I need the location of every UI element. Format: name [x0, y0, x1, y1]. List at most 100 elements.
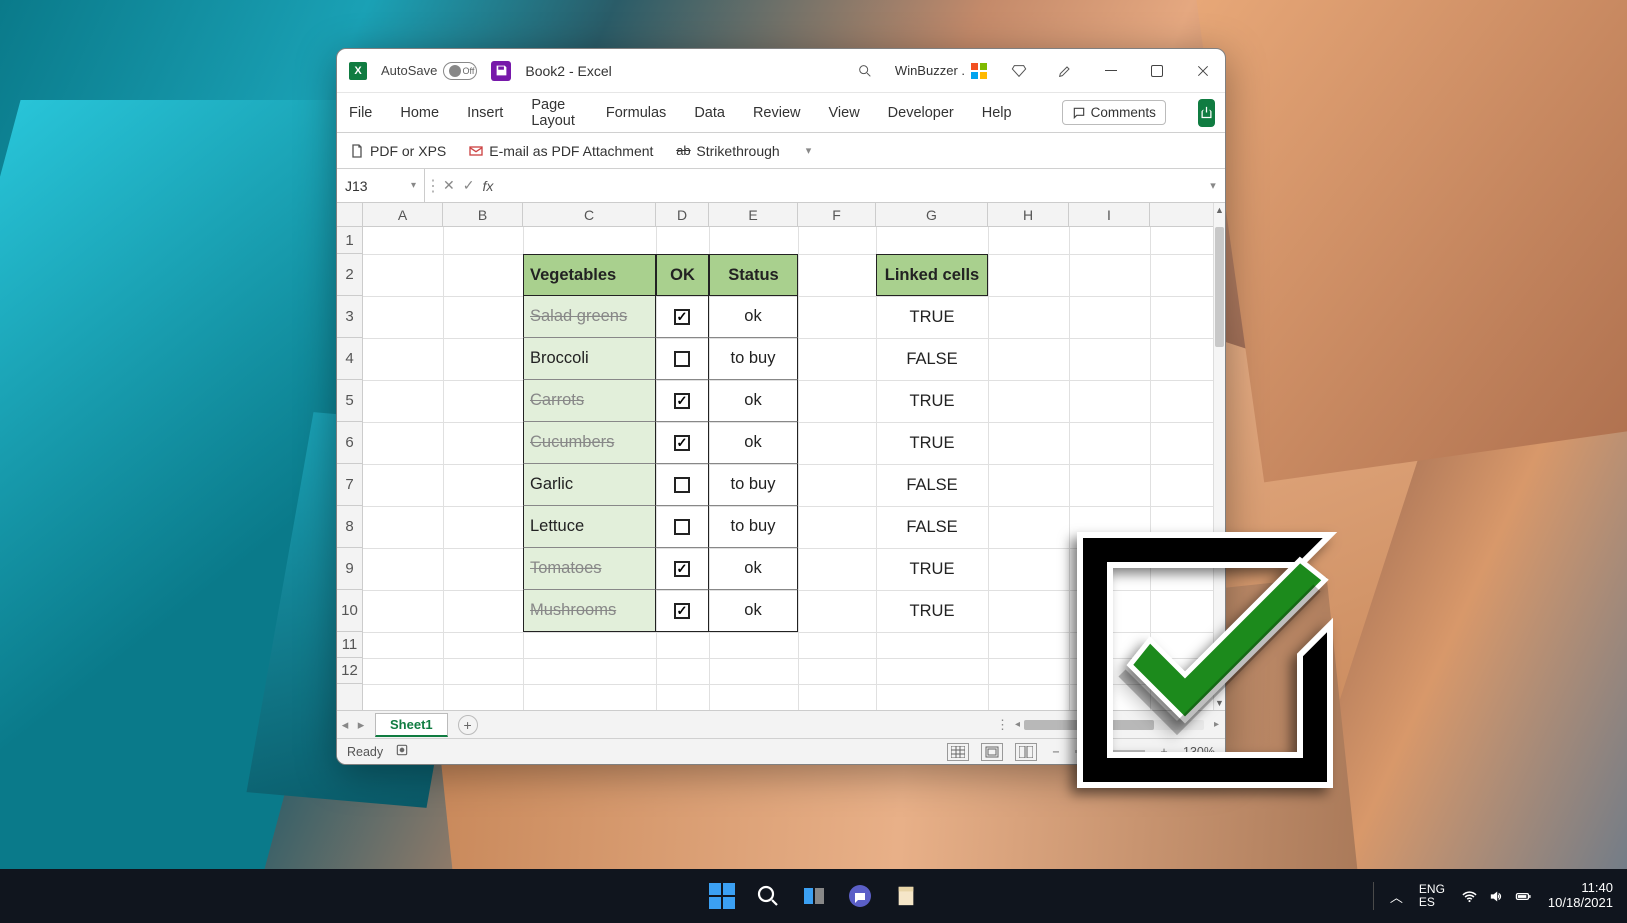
sheet-options-icon[interactable]: ⋮: [996, 717, 1009, 733]
column-header-A[interactable]: A: [363, 203, 443, 226]
cell-linked-5[interactable]: FALSE: [876, 506, 988, 548]
taskbar-search-icon[interactable]: [754, 882, 782, 910]
tab-review[interactable]: Review: [751, 99, 803, 127]
cell-status-4[interactable]: to buy: [709, 464, 798, 506]
view-normal-button[interactable]: [947, 743, 969, 761]
vertical-scrollbar[interactable]: ▲ ▼: [1213, 203, 1225, 710]
tab-file[interactable]: File: [347, 99, 374, 127]
tray-overflow-icon[interactable]: ︿: [1390, 887, 1403, 906]
view-page-layout-button[interactable]: [981, 743, 1003, 761]
cell-linked-1[interactable]: FALSE: [876, 338, 988, 380]
task-view-icon[interactable]: [800, 882, 828, 910]
cell-status-0[interactable]: ok: [709, 296, 798, 338]
scrollbar-thumb[interactable]: [1215, 227, 1224, 347]
formula-input[interactable]: [497, 169, 1201, 202]
horizontal-scrollbar[interactable]: [1024, 720, 1204, 730]
fx-label[interactable]: fx: [478, 178, 497, 194]
tab-help[interactable]: Help: [980, 99, 1014, 127]
column-header-B[interactable]: B: [443, 203, 523, 226]
cell-status-5[interactable]: to buy: [709, 506, 798, 548]
checkbox-3[interactable]: [674, 435, 690, 451]
row-header-11[interactable]: 11: [337, 632, 362, 658]
taskbar-explorer-icon[interactable]: [892, 882, 920, 910]
search-icon[interactable]: [849, 55, 881, 87]
cell-linked-2[interactable]: TRUE: [876, 380, 988, 422]
pdf-or-xps-button[interactable]: PDF or XPS: [349, 143, 446, 159]
cell-ok-0[interactable]: [656, 296, 709, 338]
tab-insert[interactable]: Insert: [465, 99, 505, 127]
cell-vegetable-6[interactable]: Tomatoes: [523, 548, 656, 590]
row-header-2[interactable]: 2: [337, 254, 362, 296]
tab-developer[interactable]: Developer: [886, 99, 956, 127]
cell-vegetable-3[interactable]: Cucumbers: [523, 422, 656, 464]
name-box[interactable]: J13 ▾: [337, 169, 425, 202]
zoom-out-button[interactable]: −: [1049, 745, 1063, 759]
scroll-down-icon[interactable]: ▼: [1214, 696, 1225, 710]
header-ok[interactable]: OK: [656, 254, 709, 296]
zoom-in-button[interactable]: +: [1157, 745, 1171, 759]
row-header-3[interactable]: 3: [337, 296, 362, 338]
row-header-6[interactable]: 6: [337, 422, 362, 464]
row-header-10[interactable]: 10: [337, 590, 362, 632]
row-header-9[interactable]: 9: [337, 548, 362, 590]
select-all-corner[interactable]: [337, 203, 363, 226]
cell-status-1[interactable]: to buy: [709, 338, 798, 380]
sheet-nav-prev[interactable]: ◂: [337, 717, 353, 733]
header-status[interactable]: Status: [709, 254, 798, 296]
cell-status-3[interactable]: ok: [709, 422, 798, 464]
row-header-12[interactable]: 12: [337, 658, 362, 684]
checkbox-6[interactable]: [674, 561, 690, 577]
taskbar-chat-icon[interactable]: [846, 882, 874, 910]
cell-ok-1[interactable]: [656, 338, 709, 380]
account-button[interactable]: WinBuzzer .: [895, 61, 989, 81]
row-header-7[interactable]: 7: [337, 464, 362, 506]
cell-ok-3[interactable]: [656, 422, 709, 464]
tab-formulas[interactable]: Formulas: [604, 99, 668, 127]
cell-status-7[interactable]: ok: [709, 590, 798, 632]
tab-home[interactable]: Home: [398, 99, 441, 127]
cell-vegetable-0[interactable]: Salad greens: [523, 296, 656, 338]
windows-taskbar[interactable]: ︿ ENG ES 11:40 10/18/2021: [0, 869, 1627, 923]
autosave-toggle[interactable]: AutoSave Off: [381, 62, 477, 80]
cell-vegetable-7[interactable]: Mushrooms: [523, 590, 656, 632]
checkbox-1[interactable]: [674, 351, 690, 367]
checkbox-7[interactable]: [674, 603, 690, 619]
email-pdf-button[interactable]: E-mail as PDF Attachment: [468, 143, 653, 159]
header-vegetables[interactable]: Vegetables: [523, 254, 656, 296]
enter-formula-icon[interactable]: ✓: [459, 177, 479, 194]
cell-linked-0[interactable]: TRUE: [876, 296, 988, 338]
column-header-D[interactable]: D: [656, 203, 709, 226]
close-button[interactable]: [1187, 55, 1219, 87]
cell-vegetable-2[interactable]: Carrots: [523, 380, 656, 422]
pen-icon[interactable]: [1049, 55, 1081, 87]
checkbox-4[interactable]: [674, 477, 690, 493]
share-button[interactable]: [1198, 99, 1215, 127]
cell-linked-4[interactable]: FALSE: [876, 464, 988, 506]
row-header-4[interactable]: 4: [337, 338, 362, 380]
customize-qat-icon[interactable]: ▾: [806, 144, 812, 157]
sheet-nav-next[interactable]: ▸: [353, 717, 369, 733]
zoom-level[interactable]: 130%: [1183, 745, 1215, 759]
cell-vegetable-1[interactable]: Broccoli: [523, 338, 656, 380]
cell-vegetable-5[interactable]: Lettuce: [523, 506, 656, 548]
column-header-G[interactable]: G: [876, 203, 988, 226]
scroll-up-icon[interactable]: ▲: [1214, 203, 1225, 217]
cell-linked-7[interactable]: TRUE: [876, 590, 988, 632]
view-page-break-button[interactable]: [1015, 743, 1037, 761]
cell-vegetable-4[interactable]: Garlic: [523, 464, 656, 506]
cell-linked-6[interactable]: TRUE: [876, 548, 988, 590]
cell-status-6[interactable]: ok: [709, 548, 798, 590]
tab-page-layout[interactable]: Page Layout: [529, 91, 580, 135]
tab-view[interactable]: View: [827, 99, 862, 127]
column-header-I[interactable]: I: [1069, 203, 1150, 226]
language-indicator[interactable]: ENG ES: [1419, 883, 1445, 909]
cell-ok-7[interactable]: [656, 590, 709, 632]
expand-formula-bar-icon[interactable]: ▾: [1201, 179, 1225, 192]
start-button[interactable]: [708, 882, 736, 910]
column-header-C[interactable]: C: [523, 203, 656, 226]
cell-ok-4[interactable]: [656, 464, 709, 506]
save-button[interactable]: [491, 61, 511, 81]
row-header-5[interactable]: 5: [337, 380, 362, 422]
row-header-1[interactable]: 1: [337, 227, 362, 254]
cell-ok-6[interactable]: [656, 548, 709, 590]
